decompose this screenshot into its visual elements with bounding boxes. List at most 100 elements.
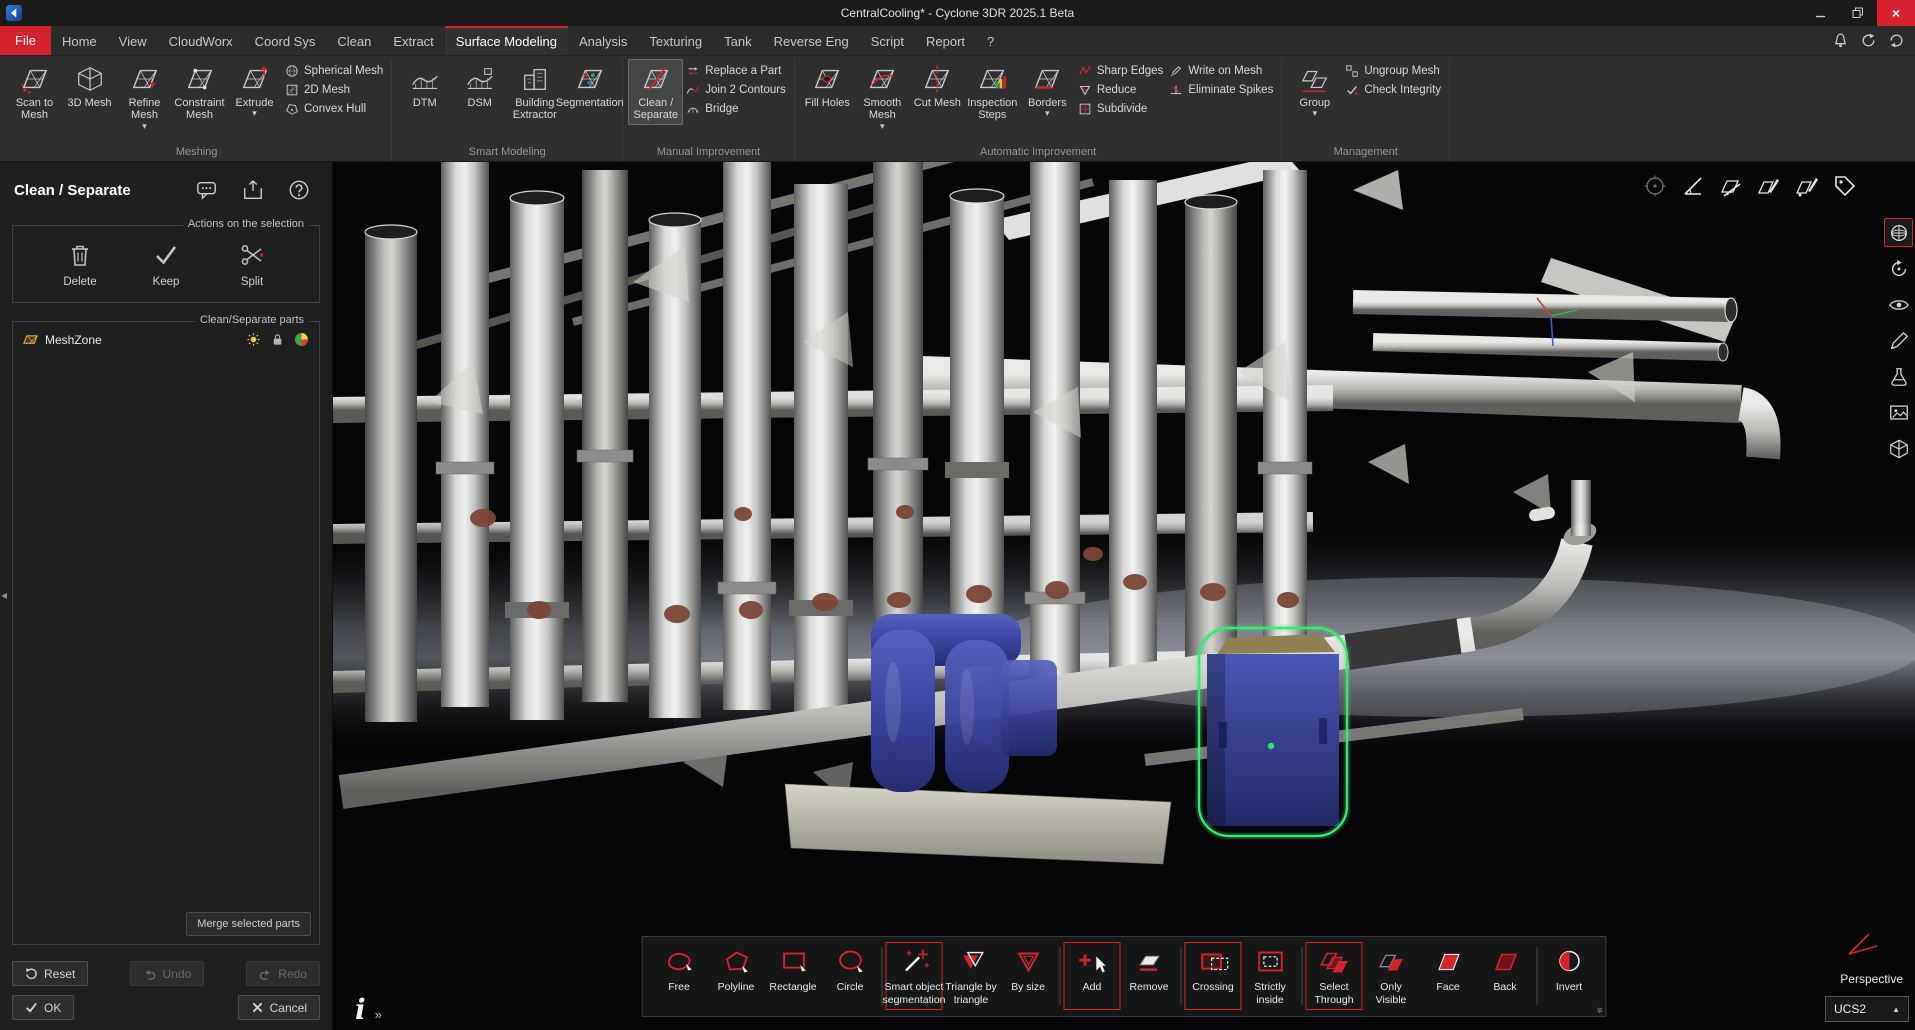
- orbit-view-button[interactable]: [1884, 218, 1913, 247]
- check-integrity-button[interactable]: Check Integrity: [1345, 83, 1441, 97]
- circle-selection-tool[interactable]: Circle: [822, 942, 879, 1010]
- toolbar-expand-chevron[interactable]: »: [1593, 1007, 1605, 1013]
- representation-sphere-icon[interactable]: [294, 332, 309, 347]
- refine-mesh-button[interactable]: Refine Mesh ▾: [117, 59, 172, 134]
- info-icon[interactable]: i: [355, 997, 366, 1022]
- tab-report[interactable]: Report: [915, 26, 976, 55]
- rotate-view-button[interactable]: [1884, 254, 1913, 283]
- inspection-steps-button[interactable]: Inspection Steps: [965, 59, 1020, 125]
- write-on-mesh-button[interactable]: Write on Mesh: [1169, 64, 1273, 78]
- rectangle-selection-tool[interactable]: Rectangle: [765, 942, 822, 1010]
- lock-icon[interactable]: [270, 332, 285, 347]
- add-selection-mode[interactable]: Add: [1064, 942, 1121, 1010]
- building-extractor-button[interactable]: Building Extractor: [507, 59, 562, 125]
- clean-separate-button[interactable]: Clean / Separate: [628, 59, 683, 125]
- cube-view-button[interactable]: [1884, 434, 1913, 463]
- convex-hull-button[interactable]: Convex Hull: [285, 102, 383, 116]
- 3d-viewport[interactable]: Free Polyline Rectangle Circle Smart obj…: [333, 162, 1915, 1030]
- crossing-mode[interactable]: Crossing: [1185, 942, 1242, 1010]
- sync-icon[interactable]: [1860, 32, 1877, 49]
- tab-texturing[interactable]: Texturing: [638, 26, 713, 55]
- keep-button[interactable]: Keep: [139, 242, 193, 288]
- panel-collapse-handle[interactable]: ◂: [1, 588, 7, 602]
- list-item-meshzone[interactable]: MeshZone: [17, 328, 315, 351]
- tab-extract[interactable]: Extract: [382, 26, 444, 55]
- visibility-sun-icon[interactable]: [246, 332, 261, 347]
- comment-icon[interactable]: [196, 179, 218, 201]
- smooth-mesh-button[interactable]: Smooth Mesh ▾: [855, 59, 910, 134]
- tab-analysis[interactable]: Analysis: [568, 26, 638, 55]
- tab-surface-modeling[interactable]: Surface Modeling: [445, 26, 568, 55]
- by-size-tool[interactable]: By size: [1000, 942, 1057, 1010]
- dtm-button[interactable]: DTM: [397, 59, 452, 112]
- ungroup-mesh-button[interactable]: Ungroup Mesh: [1345, 64, 1441, 78]
- bell-icon[interactable]: [1832, 32, 1849, 49]
- export-icon[interactable]: [242, 179, 264, 201]
- 2d-mesh-button[interactable]: 2D Mesh: [285, 83, 383, 97]
- face-mode[interactable]: Face: [1420, 942, 1477, 1010]
- only-visible-mode[interactable]: Only Visible: [1363, 942, 1420, 1010]
- invert-selection[interactable]: Invert: [1541, 942, 1598, 1010]
- polyline-selection-tool[interactable]: Polyline: [708, 942, 765, 1010]
- cancel-button[interactable]: Cancel: [238, 995, 320, 1020]
- snapshot-button[interactable]: [1884, 398, 1913, 427]
- refresh-icon[interactable]: [1888, 32, 1905, 49]
- reduce-button[interactable]: Reduce: [1078, 83, 1164, 97]
- ucs-selector[interactable]: UCS2 ▲: [1825, 996, 1909, 1022]
- tag-icon[interactable]: [1833, 174, 1857, 198]
- minimize-button[interactable]: [1801, 0, 1839, 26]
- tab-home[interactable]: Home: [51, 26, 108, 55]
- tab-clean[interactable]: Clean: [326, 26, 382, 55]
- constraint-mesh-button[interactable]: Constraint Mesh: [172, 59, 227, 125]
- tab-reverse-eng[interactable]: Reverse Eng: [763, 26, 860, 55]
- tab-coord-sys[interactable]: Coord Sys: [244, 26, 327, 55]
- select-through-mode[interactable]: Select Through: [1306, 942, 1363, 1010]
- tab-tank[interactable]: Tank: [713, 26, 762, 55]
- 3d-mesh-button[interactable]: 3D Mesh: [62, 59, 117, 112]
- reticle-icon[interactable]: [1643, 174, 1667, 198]
- spherical-mesh-button[interactable]: Spherical Mesh: [285, 64, 383, 78]
- fill-holes-button[interactable]: Fill Holes: [800, 59, 855, 112]
- replace-a-part-button[interactable]: Replace a Part: [686, 64, 786, 78]
- merge-selected-parts-button[interactable]: Merge selected parts: [186, 912, 311, 936]
- help-icon[interactable]: [288, 179, 310, 201]
- measure-angle-icon[interactable]: [1681, 174, 1705, 198]
- info-more-chevrons[interactable]: »: [375, 1007, 382, 1022]
- projection-label[interactable]: Perspective: [1840, 972, 1903, 986]
- reset-button[interactable]: Reset: [12, 961, 88, 986]
- group-button[interactable]: Group ▾: [1287, 59, 1342, 121]
- eliminate-spikes-button[interactable]: Eliminate Spikes: [1169, 83, 1273, 97]
- ok-button[interactable]: OK: [12, 995, 74, 1020]
- borders-button[interactable]: Borders ▾: [1020, 59, 1075, 121]
- restore-button[interactable]: [1839, 0, 1877, 26]
- dsm-button[interactable]: DSM: [452, 59, 507, 112]
- back-mode[interactable]: Back: [1477, 942, 1534, 1010]
- cut-mesh-button[interactable]: Cut Mesh: [910, 59, 965, 112]
- strictly-inside-mode[interactable]: Strictly inside: [1242, 942, 1299, 1010]
- scan-to-mesh-button[interactable]: Scan to Mesh: [7, 59, 62, 125]
- tab-cloudworx[interactable]: CloudWorx: [158, 26, 244, 55]
- close-button[interactable]: ×: [1877, 0, 1915, 26]
- smart-object-segmentation-tool[interactable]: Smart object segmentation: [886, 942, 943, 1010]
- redo-button[interactable]: Redo: [246, 961, 320, 986]
- free-selection-tool[interactable]: Free: [651, 942, 708, 1010]
- measure-mesh-icon[interactable]: [1719, 174, 1743, 198]
- camera-view-button[interactable]: [1884, 290, 1913, 319]
- sharp-edges-button[interactable]: Sharp Edges: [1078, 64, 1164, 78]
- join-2-contours-button[interactable]: Join 2 Contours: [686, 83, 786, 97]
- remove-selection-mode[interactable]: Remove: [1121, 942, 1178, 1010]
- tab-help[interactable]: ?: [976, 26, 1005, 55]
- bridge-button[interactable]: Bridge: [686, 102, 786, 116]
- tab-view[interactable]: View: [108, 26, 158, 55]
- flask-button[interactable]: [1884, 362, 1913, 391]
- split-button[interactable]: Split: [225, 242, 279, 288]
- subdivide-button[interactable]: Subdivide: [1078, 102, 1164, 116]
- draw-view-button[interactable]: [1884, 326, 1913, 355]
- segmentation-button[interactable]: Segmentation: [562, 59, 617, 112]
- delete-button[interactable]: Delete: [53, 242, 107, 288]
- extrude-button[interactable]: Extrude ▾: [227, 59, 282, 121]
- tab-script[interactable]: Script: [860, 26, 915, 55]
- edit-mesh-alt-icon[interactable]: [1795, 174, 1819, 198]
- file-menu-button[interactable]: File: [0, 26, 51, 55]
- edit-mesh-icon[interactable]: [1757, 174, 1781, 198]
